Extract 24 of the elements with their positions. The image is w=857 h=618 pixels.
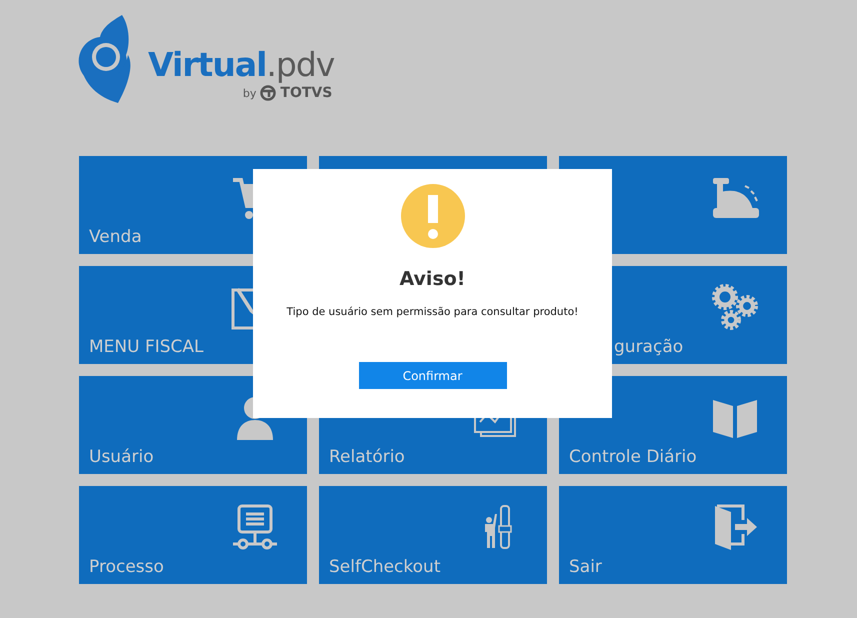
company-name: TOTVS [280,85,332,101]
tile-label: Venda [89,227,142,247]
menu-tile[interactable]: Controle Diário [559,376,787,474]
tile-label: MENU FISCAL [89,337,204,357]
dialog-title: Aviso! [400,268,466,290]
brand-suffix: .pdv [266,45,334,84]
tile-label: SelfCheckout [329,557,440,577]
menu-tile[interactable]: SelfCheckout [319,486,547,584]
tile-label: guração [614,337,684,357]
menu-tile[interactable]: Usuário [79,376,307,474]
tile-label: Controle Diário [569,447,697,467]
warning-icon [400,184,464,248]
tile-label: Processo [89,557,164,577]
tile-label: Usuário [89,447,154,467]
brand-name: Virtual [148,45,266,84]
by-text: by [242,86,256,100]
gears-icon [711,284,759,332]
menu-tile[interactable]: Sair [559,486,787,584]
confirm-button[interactable]: Confirmar [358,362,506,389]
company-logo-icon [260,85,276,101]
menu-tile[interactable]: Processo [79,486,307,584]
network-icon [231,504,279,552]
tile-label: Relatório [329,447,405,467]
tile-label: Sair [569,557,602,577]
